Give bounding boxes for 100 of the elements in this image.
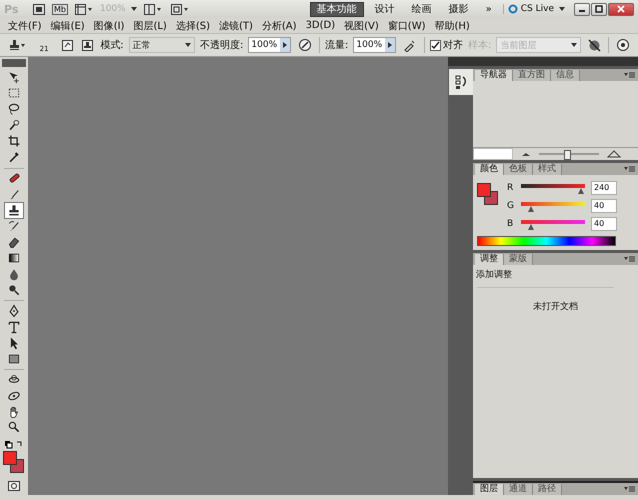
- navigator-icon-button[interactable]: [448, 69, 472, 95]
- zoom-slider[interactable]: [539, 150, 599, 158]
- marquee-icon: [7, 86, 21, 100]
- panel-tab[interactable]: 色板: [504, 164, 533, 175]
- chevron-icon: [388, 42, 392, 48]
- menu-item[interactable]: 帮助(H): [434, 18, 470, 32]
- chevron-icon: [283, 42, 288, 48]
- flow-field[interactable]: 100%: [353, 37, 396, 53]
- app-logo: Ps: [4, 2, 20, 16]
- ignore-adjustment-layers-button[interactable]: [586, 37, 604, 53]
- chevron-icon: [571, 43, 578, 47]
- stamp-icon: [7, 203, 21, 218]
- caret-icon: [130, 7, 137, 11]
- mini-bridge-button[interactable]: Mb: [52, 4, 68, 14]
- menu-item[interactable]: 窗口(W): [388, 18, 426, 32]
- screen-mode-button[interactable]: [168, 2, 191, 16]
- workspace-button[interactable]: 基本功能: [310, 2, 364, 16]
- workspace-button[interactable]: 设计: [368, 2, 401, 16]
- panel-menu-icon[interactable]: [624, 486, 635, 492]
- opacity-field[interactable]: 100%: [248, 37, 292, 53]
- color-spectrum-bar[interactable]: [477, 236, 616, 246]
- panel-tab[interactable]: 路径: [533, 484, 562, 495]
- close-icon: [617, 5, 625, 13]
- panel-tab[interactable]: 样式: [533, 164, 562, 175]
- channel-label: R: [507, 183, 514, 193]
- maximize-button[interactable]: [591, 2, 607, 16]
- chevron-icon: [185, 43, 192, 47]
- dodge-icon: [7, 282, 21, 297]
- channel-slider[interactable]: [521, 182, 585, 194]
- menu-item[interactable]: 3D(D): [306, 20, 336, 31]
- grid-icon: [74, 4, 93, 14]
- menu-item[interactable]: 图层(L): [133, 18, 167, 32]
- panel-tab[interactable]: 导航器: [475, 70, 513, 81]
- panel-tab[interactable]: 颜色: [475, 164, 504, 175]
- tool-button[interactable]: [4, 202, 24, 219]
- caret-icon: [559, 7, 565, 11]
- color-swatch-drawing[interactable]: [477, 183, 499, 206]
- pen-icon: [7, 304, 21, 318]
- panel-menu-icon[interactable]: [624, 166, 635, 172]
- flow-label: 流量:: [325, 38, 348, 52]
- default-colors-icon[interactable]: [4, 440, 24, 449]
- menu-item[interactable]: 分析(A): [262, 18, 297, 32]
- menu-item[interactable]: 滤镜(T): [218, 18, 253, 32]
- eyedropper-icon: [7, 150, 21, 164]
- pen-pressure-icon: [298, 38, 312, 52]
- workspace-button[interactable]: 摄影: [442, 2, 475, 16]
- cs-live-button[interactable]: CS Live: [502, 4, 554, 14]
- panel-tab[interactable]: 通道: [504, 484, 533, 495]
- panel-tab[interactable]: 直方图: [513, 70, 551, 81]
- quick-mask-icon: [8, 481, 20, 492]
- layout-icon: [144, 4, 162, 14]
- brush-panel-icon: [62, 40, 74, 50]
- channel-value-field[interactable]: 240: [591, 181, 617, 195]
- panel-tab[interactable]: 蒙版: [504, 254, 533, 265]
- bridge-button[interactable]: [31, 2, 47, 16]
- menu-item[interactable]: 文件(F): [8, 18, 42, 32]
- menu-item[interactable]: 编辑(E): [50, 18, 85, 32]
- menu-item[interactable]: 选择(S): [176, 18, 210, 32]
- menu-item[interactable]: 图像(I): [94, 18, 124, 32]
- minimize-button[interactable]: [574, 2, 590, 16]
- channel-value-field[interactable]: 40: [591, 217, 617, 231]
- channel-slider[interactable]: [521, 218, 585, 230]
- history-brush-icon: [7, 219, 21, 234]
- panel-menu-icon[interactable]: [624, 256, 635, 262]
- panel-tab[interactable]: 信息: [551, 70, 580, 81]
- channel-label: B: [507, 219, 514, 229]
- screen-mode-icon: [170, 4, 189, 14]
- channel-value-field[interactable]: 40: [591, 199, 617, 213]
- opacity-label: 不透明度:: [200, 38, 244, 52]
- type-icon: [7, 320, 21, 334]
- color-swatch-drawing[interactable]: [3, 450, 25, 474]
- aligned-checkbox[interactable]: 对齐: [430, 38, 464, 52]
- panel-tab[interactable]: 图层: [475, 484, 504, 495]
- gradient-icon: [7, 250, 21, 265]
- zoom-field[interactable]: [473, 148, 513, 160]
- zoom-icon: [7, 420, 21, 434]
- close-button[interactable]: [608, 2, 634, 16]
- more-workspaces-button[interactable]: »: [480, 2, 498, 16]
- panel-menu-icon[interactable]: [624, 72, 635, 78]
- arrange-documents-button[interactable]: [142, 2, 164, 16]
- eraser-icon: [7, 235, 21, 249]
- cs-live-icon: [508, 4, 518, 14]
- zoom-out-icon: [521, 151, 531, 157]
- clone-source-button[interactable]: [80, 37, 96, 53]
- workspace-button[interactable]: 绘画: [406, 2, 438, 16]
- rectangle-icon: [7, 352, 21, 366]
- clone-source-icon: [82, 40, 94, 50]
- brush-panel-button[interactable]: [60, 37, 76, 53]
- panel-tab[interactable]: 调整: [475, 254, 504, 265]
- pen-pressure-icon: [616, 38, 630, 52]
- view-extras-button[interactable]: [72, 2, 95, 16]
- stamp-icon: [8, 39, 26, 51]
- empty-message: 未打开文档: [533, 300, 578, 313]
- crossed-circle-icon: [588, 38, 602, 52]
- mode-dropdown[interactable]: 正常: [128, 37, 196, 53]
- channel-label: G: [507, 201, 515, 211]
- crop-icon: [7, 134, 21, 148]
- panel-heading: 添加调整: [475, 268, 513, 281]
- channel-slider[interactable]: [521, 200, 585, 212]
- menu-item[interactable]: 视图(V): [344, 18, 379, 32]
